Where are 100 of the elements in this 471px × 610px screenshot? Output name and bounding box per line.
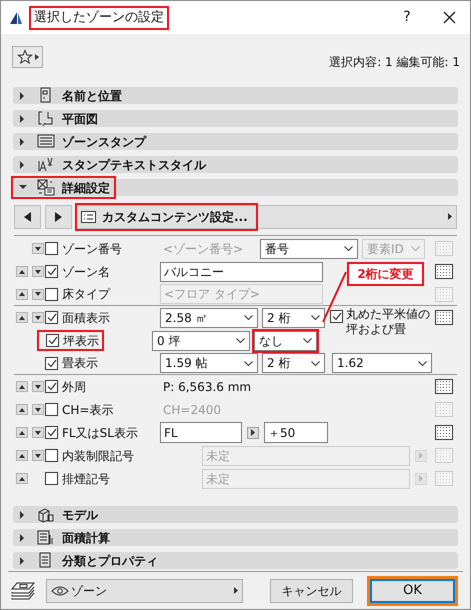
- dropdown[interactable]: 2.58 ㎡: [160, 308, 258, 328]
- triangle-down-icon: [35, 430, 41, 434]
- triangle-up-icon: [19, 292, 25, 296]
- move-down-button[interactable]: [32, 450, 44, 461]
- move-up-button[interactable]: [16, 473, 28, 484]
- stamp-icon: [37, 133, 55, 150]
- checkmark-icon: [46, 267, 56, 276]
- disclosure-icon: [19, 92, 27, 100]
- section-header[interactable]: 分類とプロパティ: [13, 552, 458, 569]
- move-down-button[interactable]: [32, 312, 44, 323]
- move-down-button[interactable]: [32, 404, 44, 415]
- move-up-button[interactable]: [16, 404, 28, 415]
- next-button[interactable]: [45, 204, 72, 228]
- checkbox[interactable]: [45, 311, 58, 324]
- triangle-down-icon: [35, 246, 41, 250]
- checkbox[interactable]: [45, 288, 58, 300]
- caret-right-icon: [34, 54, 38, 60]
- triangle-down-icon: [35, 454, 41, 458]
- app-logo-icon: [9, 10, 23, 24]
- input-field[interactable]: バルコニー: [160, 262, 323, 282]
- floor-plan-icon: [37, 110, 55, 127]
- row-label: 内装制限記号: [62, 448, 134, 464]
- step-button[interactable]: [247, 426, 259, 438]
- checkbox[interactable]: [330, 310, 343, 323]
- pattern-button[interactable]: [435, 379, 453, 394]
- dropdown[interactable]: 2 桁: [262, 308, 325, 328]
- triangle-up-icon: [19, 476, 25, 480]
- close-icon[interactable]: [443, 11, 456, 24]
- row-label: 床タイプ: [62, 286, 110, 303]
- section-header[interactable]: 面積計算: [13, 529, 458, 546]
- pattern-button[interactable]: [435, 425, 453, 440]
- dropdown[interactable]: 番号: [260, 238, 358, 258]
- row-label: 面積表示: [62, 310, 110, 326]
- checkbox[interactable]: [45, 403, 58, 416]
- move-up-button[interactable]: [16, 288, 28, 300]
- section-header[interactable]: 名前と位置: [13, 87, 458, 104]
- eye-icon: [51, 586, 69, 596]
- move-down-button[interactable]: [32, 266, 44, 277]
- triangle-up-icon: [19, 316, 25, 320]
- favorites-button[interactable]: [12, 46, 43, 68]
- section-header[interactable]: スタンプテキストスタイル: [13, 156, 458, 173]
- value-text: <ゾーン番号>: [162, 240, 244, 258]
- checkbox[interactable]: [45, 242, 58, 255]
- checkbox[interactable]: [45, 426, 58, 439]
- chevron-down-icon: [418, 360, 427, 366]
- triangle-down-icon: [35, 384, 41, 388]
- move-up-button[interactable]: [16, 381, 28, 392]
- dropdown[interactable]: なし: [254, 330, 317, 350]
- checkbox[interactable]: [45, 265, 58, 278]
- caret-right-icon: [234, 587, 238, 594]
- move-down-button[interactable]: [32, 288, 44, 300]
- move-up-button[interactable]: [16, 266, 28, 277]
- checkmark-icon: [48, 336, 58, 345]
- previous-button[interactable]: [14, 204, 41, 228]
- option-label: 丸めた平米値の坪および畳: [346, 307, 431, 337]
- section-header[interactable]: ゾーンスタンプ: [13, 133, 458, 150]
- cancel-button[interactable]: キャンセル: [270, 578, 353, 602]
- triangle-down-icon: [35, 316, 41, 320]
- triangle-right-icon: [55, 212, 62, 222]
- checkbox[interactable]: [45, 449, 58, 462]
- pattern-button[interactable]: [435, 310, 453, 325]
- checkmark-icon: [332, 312, 342, 321]
- triangle-right-icon: [251, 429, 255, 436]
- section-header[interactable]: 詳細設定: [13, 179, 458, 196]
- area-sheet-icon: [37, 529, 55, 546]
- move-up-button[interactable]: [16, 312, 28, 323]
- disclosure-icon: [19, 510, 27, 518]
- checkmark-icon: [46, 313, 56, 322]
- checkmark-icon: [46, 358, 56, 368]
- scroll-right-icon[interactable]: [448, 213, 452, 220]
- annotation-label: 2桁に変更: [347, 262, 424, 286]
- value-text: P: 6,563.6 mm: [162, 378, 252, 396]
- dropdown[interactable]: 2 桁: [262, 353, 325, 373]
- chevron-down-icon: [311, 360, 320, 366]
- row-label: 畳表示: [62, 355, 98, 372]
- checkbox[interactable]: [45, 356, 58, 370]
- triangle-right-icon: [419, 452, 424, 459]
- checkbox[interactable]: [45, 380, 58, 393]
- dropdown[interactable]: 1.62: [332, 353, 432, 373]
- move-down-button[interactable]: [32, 427, 44, 438]
- move-up-button[interactable]: [16, 450, 28, 461]
- help-button[interactable]: ?: [397, 7, 417, 28]
- move-down-button[interactable]: [32, 381, 44, 392]
- custom-content-button[interactable]: カスタムコンテンツ設定...: [77, 204, 256, 228]
- list-icon: [81, 210, 96, 222]
- disclosure-icon: [19, 534, 27, 542]
- section-header[interactable]: モデル: [13, 506, 458, 523]
- chevron-down-icon: [411, 246, 420, 251]
- layers-icon: [11, 582, 35, 600]
- input-field[interactable]: FL: [160, 422, 242, 443]
- section-header[interactable]: 平面図: [13, 110, 458, 127]
- move-up-button[interactable]: [16, 427, 28, 438]
- checkbox[interactable]: [46, 334, 59, 347]
- move-down-button[interactable]: [32, 243, 44, 254]
- layer-dropdown[interactable]: ゾーン: [46, 578, 243, 602]
- input-field[interactable]: ＋50: [264, 422, 328, 443]
- checkbox[interactable]: [45, 472, 58, 485]
- pattern-button[interactable]: [435, 264, 453, 279]
- dropdown[interactable]: 1.59 帖: [160, 353, 258, 373]
- dropdown[interactable]: 0 坪: [152, 330, 250, 350]
